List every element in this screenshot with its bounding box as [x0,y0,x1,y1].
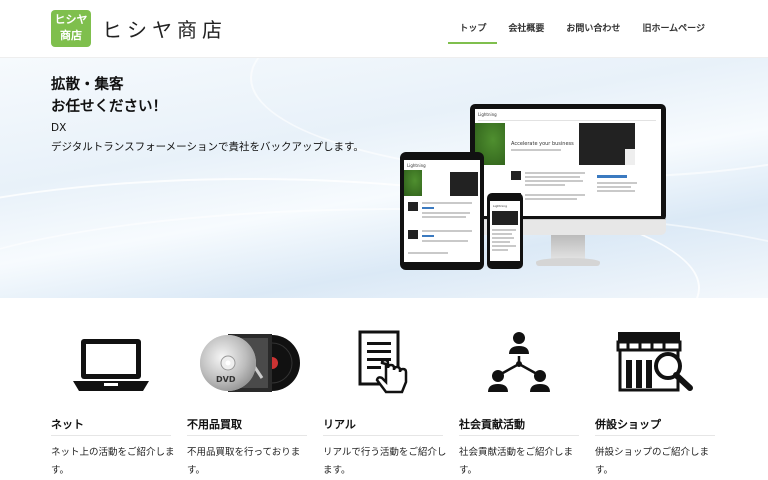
shop-search-icon [595,328,715,398]
card-description: 併設ショップのご紹介します。 [595,447,710,476]
laptop-icon [51,328,171,398]
card-title: 不用品買取 [187,418,242,431]
card-description: 社会貢献活動をご紹介します。 [459,447,574,476]
mockup-text-line [511,149,561,151]
nav-item-contact[interactable]: お問い合わせ [555,0,631,58]
mockup-text-line [525,198,577,200]
mockup-plant-image [404,170,422,196]
svg-text:DVD: DVD [216,375,236,384]
phone-screen: Lightning [490,201,520,261]
network-people-icon [459,328,579,398]
hero-subtitle-description: デジタルトランスフォーメーションで貴社をバックアップします。 [51,141,364,153]
mockup-keyboard-image [450,172,478,196]
card-description: 不用品買取を行っております。 [187,447,301,476]
mockup-text-line [597,186,631,188]
mockup-text-line [492,237,514,239]
nav-item-company[interactable]: 会社概要 [497,0,555,58]
mockup-nav-line [478,120,656,121]
main-nav: トップ 会社概要 お問い合わせ 旧ホームページ [448,0,716,58]
mockup-button [422,235,434,237]
hero-title-line1: 拡散・集客 [51,77,124,93]
card-description: ネット上の活動をご紹介します。 [51,447,175,476]
mockup-site-name: Lightning [493,204,508,208]
mockup-text-line [525,184,565,186]
feature-card-used-goods[interactable]: DVD 不用品買取 不用品買取を行っております。 [187,324,307,476]
feature-card-net[interactable]: ネット ネット上の活動をご紹介します。 [51,324,175,476]
mockup-text-line [422,202,472,204]
mockup-thumb [408,202,418,211]
mockup-text-line [422,230,472,232]
feature-card-real[interactable]: リアル リアルで行う活動をご紹介します。 [323,324,446,476]
card-divider [187,435,307,436]
mockup-button [597,175,627,178]
mockup-headline: Accelerate your business [511,141,574,147]
monitor-stand [551,235,585,259]
mockup-text-line [492,229,516,231]
mockup-hand-image [625,149,635,165]
mockup-thumb [408,230,418,239]
mockup-text-line [525,176,580,178]
mockup-text-line [525,194,585,196]
card-title: 社会貢献活動 [459,418,525,431]
mockup-button [422,207,434,209]
logo-text[interactable]: ヒシヤ商店 [102,14,227,43]
feature-card-shop[interactable]: 併設ショップ 併設ショップのご紹介します。 [595,324,715,476]
card-description: リアルで行う活動をご紹介します。 [323,447,447,476]
mockup-text-line [492,241,510,243]
mockup-text-line [492,233,512,235]
logo-badge-line1: ヒシヤ [54,13,88,26]
mockup-site-name: Lightning [407,163,426,168]
site-header: ヒシヤ 商店 ヒシヤ商店 トップ 会社概要 お問い合わせ 旧ホームページ [0,0,768,58]
mockup-text-line [422,212,470,214]
feature-card-social-contribution[interactable]: 社会貢献活動 社会貢献活動をご紹介します。 [459,324,579,476]
hero-title: 拡散・集客 お任せください！ [51,74,167,118]
monitor-base [536,258,600,266]
logo-badge-line2: 商店 [60,29,82,42]
mockup-text-line [492,249,508,251]
nav-item-old-homepage[interactable]: 旧ホームページ [631,0,716,58]
nav-item-top[interactable]: トップ [448,0,498,58]
mockup-text-line [422,240,468,242]
card-title: リアル [323,418,356,431]
hero-subtitle-dx: DX [51,122,67,134]
mockup-text-line [492,245,516,247]
card-title: 併設ショップ [595,418,661,431]
card-divider [323,435,443,436]
mockup-text-line [408,252,448,254]
card-title: ネット [51,418,84,431]
tablet-mockup: Lightning [400,152,484,270]
card-divider [51,435,171,436]
mockup-keyboard-image [492,211,518,225]
mockup-text-line [525,172,585,174]
card-divider [595,435,715,436]
dvd-cd-icon: DVD [187,328,307,398]
mockup-site-name: Lightning [478,112,497,117]
phone-mockup: Lightning [487,193,523,269]
mockup-text-line [422,216,466,218]
card-divider [459,435,579,436]
mockup-text-line [525,180,583,182]
tablet-screen: Lightning [404,160,480,262]
logo-badge[interactable]: ヒシヤ 商店 [51,10,91,47]
mockup-text-line [597,182,637,184]
mockup-thumb [511,171,521,180]
document-hand-icon [323,328,443,398]
hero-title-line2: お任せください！ [51,99,167,115]
mockup-text-line [597,190,635,192]
